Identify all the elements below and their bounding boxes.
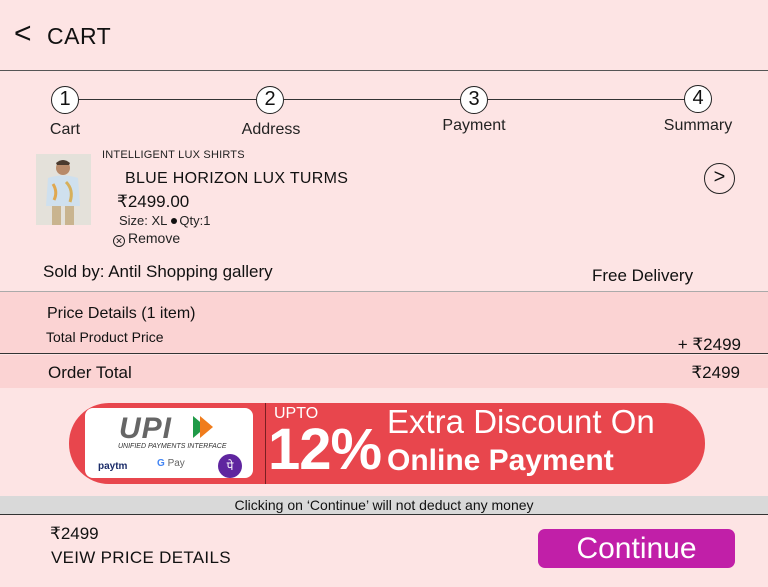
product-image[interactable] (36, 154, 91, 225)
paytm-logo: paytm (98, 461, 128, 472)
gpay-logo: G Pay (157, 458, 185, 469)
step-4-number[interactable]: 4 (684, 85, 712, 113)
upi-subtitle: UNIFIED PAYMENTS INTERFACE (118, 443, 227, 450)
banner-divider (265, 403, 266, 484)
banner-percent: 12% (268, 417, 382, 482)
upi-logo-card: UPI UNIFIED PAYMENTS INTERFACE paytm G P… (85, 408, 253, 478)
separator-dot-icon (171, 218, 178, 225)
delivery-info: Free Delivery (592, 266, 694, 285)
stepper-line (79, 99, 256, 100)
phonepe-logo: पे (218, 454, 242, 478)
step-3-label: Payment (442, 117, 506, 134)
price-details-title: Price Details (1 item) (47, 305, 196, 322)
continue-button[interactable]: Continue (538, 529, 735, 568)
product-brand: INTELLIGENT LUX SHIRTS (102, 149, 245, 161)
price-details-box: Price Details (1 item) Total Product Pri… (0, 291, 768, 354)
product-meta: Size: XL Qty:1 (119, 213, 211, 228)
step-1-number[interactable]: 1 (51, 86, 79, 114)
order-total-value: ₹2499 (691, 363, 740, 382)
total-product-price-value: + ₹2499 (677, 335, 741, 354)
upi-offer-banner[interactable]: UPI UNIFIED PAYMENTS INTERFACE paytm G P… (69, 403, 705, 484)
product-price: ₹2499.00 (117, 192, 190, 211)
remove-item-button[interactable]: ✕ Remove (113, 230, 180, 247)
order-total-row: Order Total ₹2499 (0, 355, 768, 388)
page-title: CART (47, 23, 112, 49)
remove-label: Remove (128, 230, 181, 246)
step-2-label: Address (241, 121, 301, 138)
upi-arrow-icon (200, 416, 213, 438)
remove-icon: ✕ (113, 235, 125, 247)
cart-item: INTELLIGENT LUX SHIRTS BLUE HORIZON LUX … (0, 145, 768, 290)
footer-total: ₹2499 (50, 524, 99, 543)
checkout-stepper: 1 2 3 4 Cart Address Payment Summary (0, 82, 768, 142)
footer-bar: ₹2499 VEIW PRICE DETAILS Continue (0, 516, 768, 587)
upi-logo: UPI (119, 412, 173, 445)
back-icon[interactable]: < (14, 16, 32, 52)
open-product-chevron-icon[interactable]: > (704, 163, 735, 194)
step-3-number[interactable]: 3 (460, 86, 488, 114)
stepper-line (488, 99, 685, 100)
header-bar: < CART (0, 0, 768, 71)
product-qty[interactable]: Qty:1 (179, 213, 210, 228)
banner-line-2: Online Payment (387, 444, 614, 477)
banner-line-1: Extra Discount On (387, 403, 655, 440)
step-2-number[interactable]: 2 (256, 86, 284, 114)
total-product-price-label: Total Product Price (46, 329, 164, 345)
seller-info: Sold by: Antil Shopping gallery (43, 262, 273, 281)
product-size: Size: XL (119, 213, 168, 228)
gpay-g-icon: G (157, 458, 165, 469)
stepper-line (284, 99, 461, 100)
order-total-label: Order Total (48, 363, 132, 382)
continue-note: Clicking on ‘Continue’ will not deduct a… (0, 496, 768, 515)
step-4-label: Summary (663, 117, 733, 134)
product-name[interactable]: BLUE HORIZON LUX TURMS (125, 170, 348, 188)
view-price-details-link[interactable]: VEIW PRICE DETAILS (51, 548, 231, 568)
gpay-label: Pay (167, 458, 185, 469)
step-1-label: Cart (49, 121, 81, 138)
